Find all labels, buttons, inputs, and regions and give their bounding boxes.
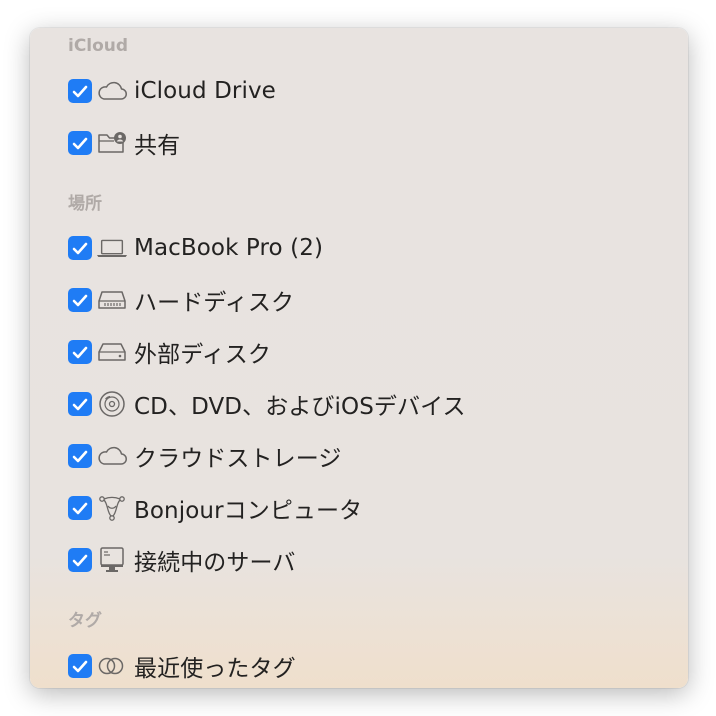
sidebar-option-label: クラウドストレージ bbox=[134, 446, 342, 472]
section-header-tags: タグ bbox=[68, 611, 102, 631]
section-header-icloud: iCloud bbox=[68, 36, 129, 56]
sidebar-option-label: Bonjourコンピュータ bbox=[134, 498, 363, 524]
optical-disc-icon bbox=[96, 388, 128, 420]
laptop-icon bbox=[96, 232, 128, 264]
checkbox-external-disks[interactable] bbox=[68, 340, 92, 364]
sidebar-option-bonjour-computers[interactable]: Bonjourコンピュータ bbox=[68, 488, 362, 528]
hard-disk-icon bbox=[96, 284, 128, 316]
sidebar-option-label: 接続中のサーバ bbox=[134, 550, 296, 576]
checkbox-macbook-pro[interactable] bbox=[68, 236, 92, 260]
checkbox-recent-tags[interactable] bbox=[68, 654, 92, 678]
shared-folder-icon bbox=[96, 127, 128, 159]
sidebar-option-hard-disks[interactable]: ハードディスク bbox=[68, 280, 294, 320]
sidebar-option-label: iCloud Drive bbox=[134, 78, 276, 104]
finder-sidebar-preferences-panel: iCloud iCloud Drive 共有 場所 MacBook Pro (2… bbox=[30, 28, 688, 688]
sidebar-option-label: 最近使ったタグ bbox=[134, 656, 296, 682]
external-disk-icon bbox=[96, 336, 128, 368]
sidebar-option-connected-servers[interactable]: 接続中のサーバ bbox=[68, 540, 295, 580]
sidebar-option-external-disks[interactable]: 外部ディスク bbox=[68, 332, 271, 372]
sidebar-option-macbook-pro[interactable]: MacBook Pro (2) bbox=[68, 228, 323, 268]
sidebar-option-label: 外部ディスク bbox=[134, 342, 271, 368]
tags-icon bbox=[96, 650, 128, 682]
sidebar-option-cd-dvd-ios[interactable]: CD、DVD、およびiOSデバイス bbox=[68, 384, 466, 424]
server-display-icon bbox=[96, 544, 128, 576]
sidebar-option-icloud-drive[interactable]: iCloud Drive bbox=[68, 71, 276, 111]
sidebar-option-shared[interactable]: 共有 bbox=[68, 123, 180, 163]
sidebar-option-label: ハードディスク bbox=[134, 290, 295, 316]
sidebar-option-label: 共有 bbox=[134, 133, 181, 159]
checkbox-icloud-drive[interactable] bbox=[68, 79, 92, 103]
checkbox-cloud-storage[interactable] bbox=[68, 444, 92, 468]
checkbox-shared[interactable] bbox=[68, 131, 92, 155]
cloud-icon bbox=[96, 75, 128, 107]
sidebar-option-label: MacBook Pro (2) bbox=[134, 235, 324, 261]
bonjour-icon bbox=[96, 492, 128, 524]
sidebar-option-cloud-storage[interactable]: クラウドストレージ bbox=[68, 436, 341, 476]
checkbox-hard-disks[interactable] bbox=[68, 288, 92, 312]
sidebar-option-label: CD、DVD、およびiOSデバイス bbox=[134, 394, 466, 420]
sidebar-option-recent-tags[interactable]: 最近使ったタグ bbox=[68, 646, 296, 686]
checkbox-cd-dvd-ios[interactable] bbox=[68, 392, 92, 416]
checkbox-connected-servers[interactable] bbox=[68, 548, 92, 572]
section-header-locations: 場所 bbox=[68, 194, 102, 214]
cloud-icon bbox=[96, 440, 128, 472]
checkbox-bonjour-computers[interactable] bbox=[68, 496, 92, 520]
